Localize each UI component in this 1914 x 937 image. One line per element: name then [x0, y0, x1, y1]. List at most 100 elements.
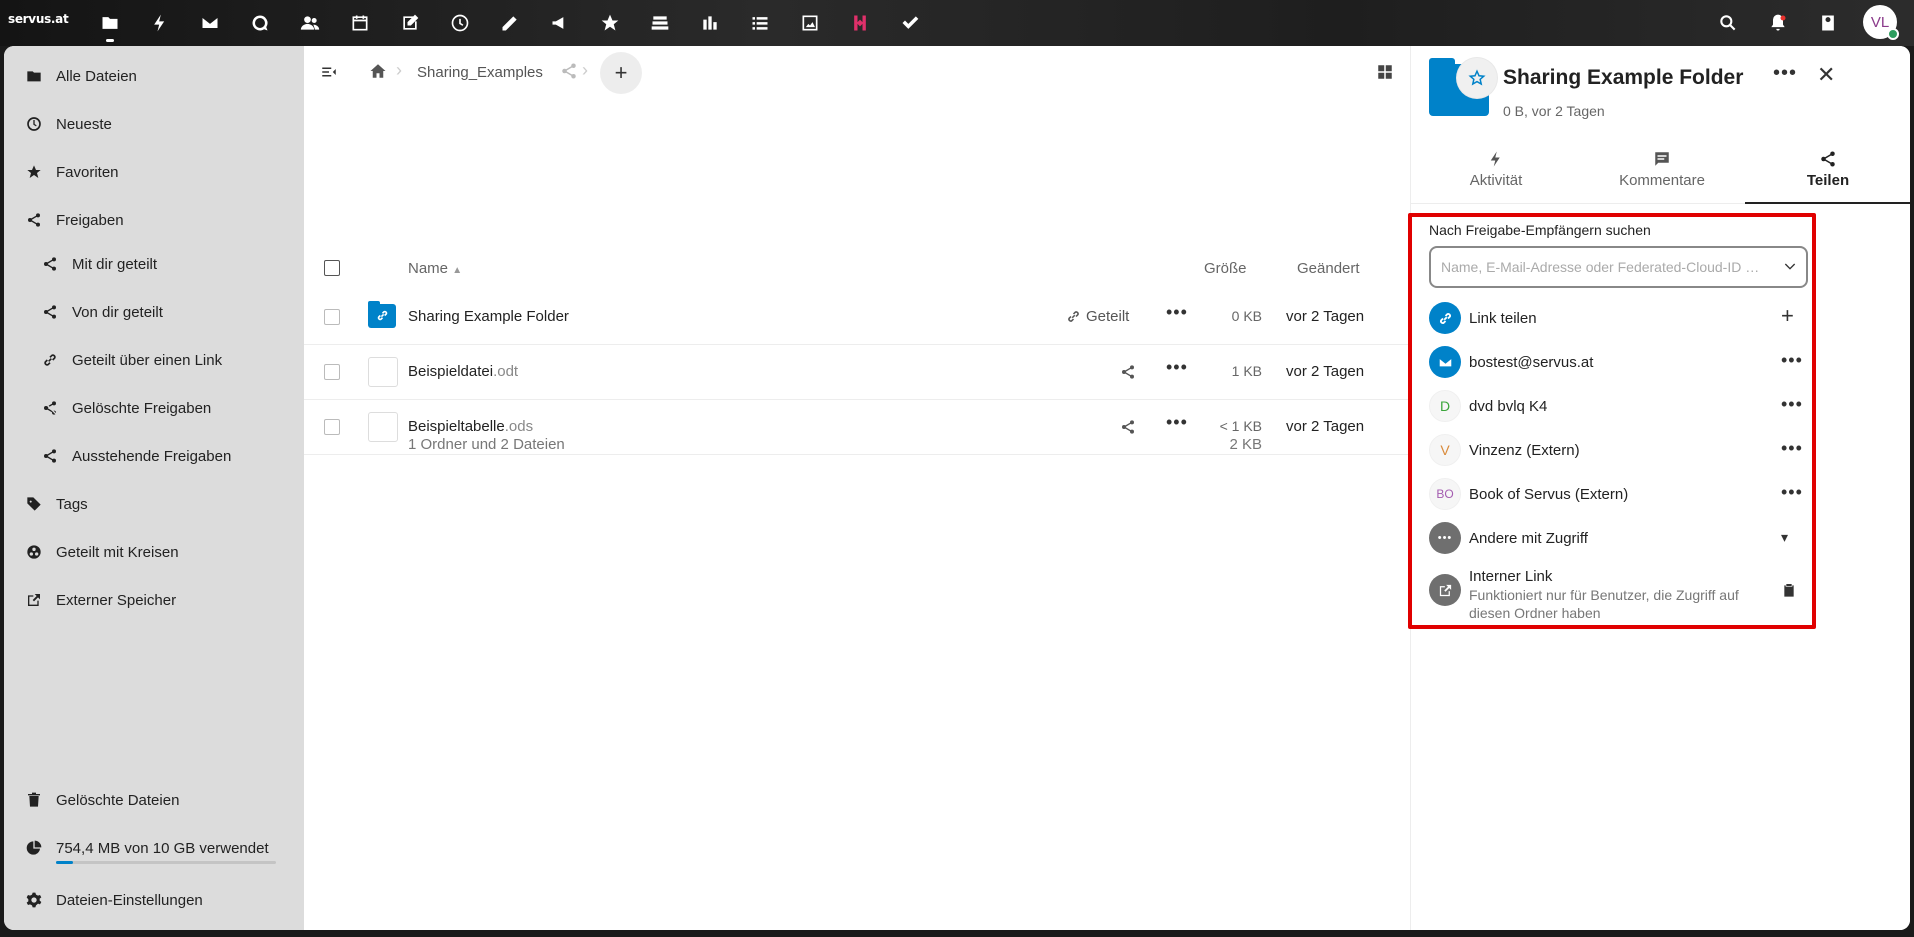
nav-item-deleted-shares[interactable]: Gelöschte Freigaben [4, 388, 304, 428]
contacts-app-icon[interactable] [294, 7, 326, 39]
nav-item-label: Ausstehende Freigaben [72, 447, 232, 465]
clock-app-icon[interactable] [444, 7, 476, 39]
nav-item-label: Freigaben [56, 211, 124, 229]
talk-app-icon[interactable] [244, 7, 276, 39]
chevron-down-icon[interactable] [1782, 258, 1798, 278]
nav-item-pending-shares[interactable]: Ausstehende Freigaben [4, 436, 304, 476]
search-icon[interactable] [1712, 7, 1744, 39]
details-more-icon[interactable]: ••• [1773, 62, 1797, 85]
favorite-star-icon[interactable] [1457, 58, 1497, 98]
share-entry-row[interactable]: D dvd bvlq K4 ••• [1429, 386, 1809, 426]
announcement-app-icon[interactable] [544, 7, 576, 39]
nav-item-recent[interactable]: Neueste [4, 104, 304, 144]
share-menu-icon[interactable]: ••• [1781, 438, 1803, 459]
collectives-app-icon[interactable] [844, 7, 876, 39]
nav-item-favorites[interactable]: Favoriten [4, 152, 304, 192]
share-entry-row[interactable]: bostest@servus.at ••• [1429, 342, 1809, 382]
nav-item-label: Mit dir geteilt [72, 255, 158, 273]
mail-app-icon[interactable] [194, 7, 226, 39]
share-icon [1821, 151, 1835, 167]
file-basename: Beispieldatei [408, 363, 494, 380]
share-icon[interactable] [1120, 419, 1136, 439]
files-app-icon[interactable] [94, 7, 126, 42]
sort-ascending-icon: ▲ [452, 265, 463, 276]
notes-app-icon[interactable] [394, 7, 426, 39]
row-checkbox[interactable] [324, 364, 340, 380]
breadcrumb-current[interactable]: Sharing_Examples [417, 64, 543, 81]
share-menu-icon[interactable]: ••• [1781, 482, 1803, 503]
calendar-app-icon[interactable] [344, 7, 376, 39]
share-menu-icon[interactable]: ••• [1781, 350, 1803, 371]
avatar: V [1429, 434, 1461, 466]
column-header-size[interactable]: Größe [1204, 260, 1247, 277]
photos-app-icon[interactable] [794, 7, 826, 39]
share-name: Andere mit Zugriff [1469, 530, 1588, 547]
clock-icon [24, 114, 44, 134]
row-menu-icon[interactable]: ••• [1166, 357, 1188, 378]
share-link-row[interactable]: Link teilen + [1429, 298, 1809, 338]
analytics-app-icon[interactable] [694, 7, 726, 39]
share-icon[interactable] [1120, 364, 1136, 384]
logo[interactable]: servus.at [8, 12, 69, 26]
share-icon [40, 254, 60, 274]
column-header-name[interactable]: Name ▲ [408, 260, 462, 277]
nav-item-deleted-files[interactable]: Gelöschte Dateien [4, 780, 304, 820]
file-name[interactable]: Beispieldatei.odt [408, 363, 518, 380]
edit-app-icon[interactable] [494, 7, 526, 39]
row-menu-icon[interactable]: ••• [1166, 302, 1188, 323]
tag-icon [24, 494, 44, 514]
tab-share[interactable]: Teilen [1745, 144, 1910, 200]
share-entry-row[interactable]: BO Book of Servus (Extern) ••• [1429, 474, 1809, 514]
nav-item-all-files[interactable]: Alle Dateien [4, 56, 304, 96]
list-app-icon[interactable] [744, 7, 776, 39]
share-entry-row[interactable]: V Vinzenz (Extern) ••• [1429, 430, 1809, 470]
details-sidebar: Sharing Example Folder 0 B, vor 2 Tagen … [1408, 46, 1910, 930]
sidebar-toggle-icon[interactable] [320, 63, 338, 85]
nav-item-settings[interactable]: Dateien-Einstellungen [4, 880, 304, 920]
tab-comments[interactable]: Kommentare [1579, 144, 1745, 200]
file-name[interactable]: Beispieltabelle.ods [408, 418, 533, 435]
table-row[interactable]: Sharing Example Folder Geteilt ••• 0 KB … [304, 290, 1410, 345]
share-icon [24, 210, 44, 230]
shared-status[interactable]: Geteilt [1066, 308, 1129, 325]
tab-activity[interactable]: Aktivität [1413, 144, 1579, 200]
internal-link-description: Funktioniert nur für Benutzer, die Zugri… [1469, 587, 1739, 621]
select-all-checkbox[interactable] [324, 260, 340, 276]
shared-label: Geteilt [1086, 308, 1130, 325]
nav-item-tags[interactable]: Tags [4, 484, 304, 524]
nav-item-circles[interactable]: Geteilt mit Kreisen [4, 532, 304, 572]
breadcrumb-share-icon[interactable] [560, 62, 578, 84]
row-checkbox[interactable] [324, 309, 340, 325]
star-app-icon[interactable] [594, 7, 626, 39]
deck-app-icon[interactable] [644, 7, 676, 39]
comment-icon [1655, 152, 1669, 166]
add-link-button[interactable]: + [1781, 303, 1795, 329]
activity-app-icon[interactable] [144, 7, 176, 39]
share-menu-icon[interactable]: ••• [1781, 394, 1803, 415]
internal-link-row[interactable]: Interner Link Funktioniert nur für Benut… [1429, 562, 1809, 621]
file-name[interactable]: Sharing Example Folder [408, 308, 569, 325]
column-header-modified[interactable]: Geändert [1297, 260, 1360, 277]
nav-item-shared-by-you[interactable]: Von dir geteilt [4, 292, 304, 332]
new-file-button[interactable]: + [600, 52, 642, 94]
nav-item-shared-with-you[interactable]: Mit dir geteilt [4, 244, 304, 284]
clipboard-icon[interactable] [1781, 582, 1797, 603]
close-icon[interactable]: ✕ [1817, 62, 1835, 88]
notifications-icon[interactable] [1762, 7, 1794, 39]
tasks-app-icon[interactable] [894, 7, 926, 39]
grid-view-icon[interactable] [1376, 63, 1394, 85]
contacts-menu-icon[interactable] [1812, 7, 1844, 39]
share-search-input[interactable] [1429, 246, 1808, 288]
row-menu-icon[interactable]: ••• [1166, 412, 1188, 433]
nav-item-shares[interactable]: Freigaben [4, 200, 304, 240]
row-checkbox[interactable] [324, 419, 340, 435]
share-icon [40, 302, 60, 322]
nav-item-shared-by-link[interactable]: Geteilt über einen Link [4, 340, 304, 380]
quota-label: 754,4 MB von 10 GB verwendet [56, 839, 269, 857]
home-icon[interactable] [369, 62, 387, 84]
nav-item-external-storage[interactable]: Externer Speicher [4, 580, 304, 620]
expand-icon[interactable]: ▾ [1781, 529, 1789, 546]
table-row[interactable]: Beispieldatei.odt ••• 1 KB vor 2 Tagen [304, 345, 1410, 400]
share-name: bostest@servus.at [1469, 354, 1594, 371]
others-with-access-row[interactable]: ••• Andere mit Zugriff ▾ [1429, 518, 1809, 558]
